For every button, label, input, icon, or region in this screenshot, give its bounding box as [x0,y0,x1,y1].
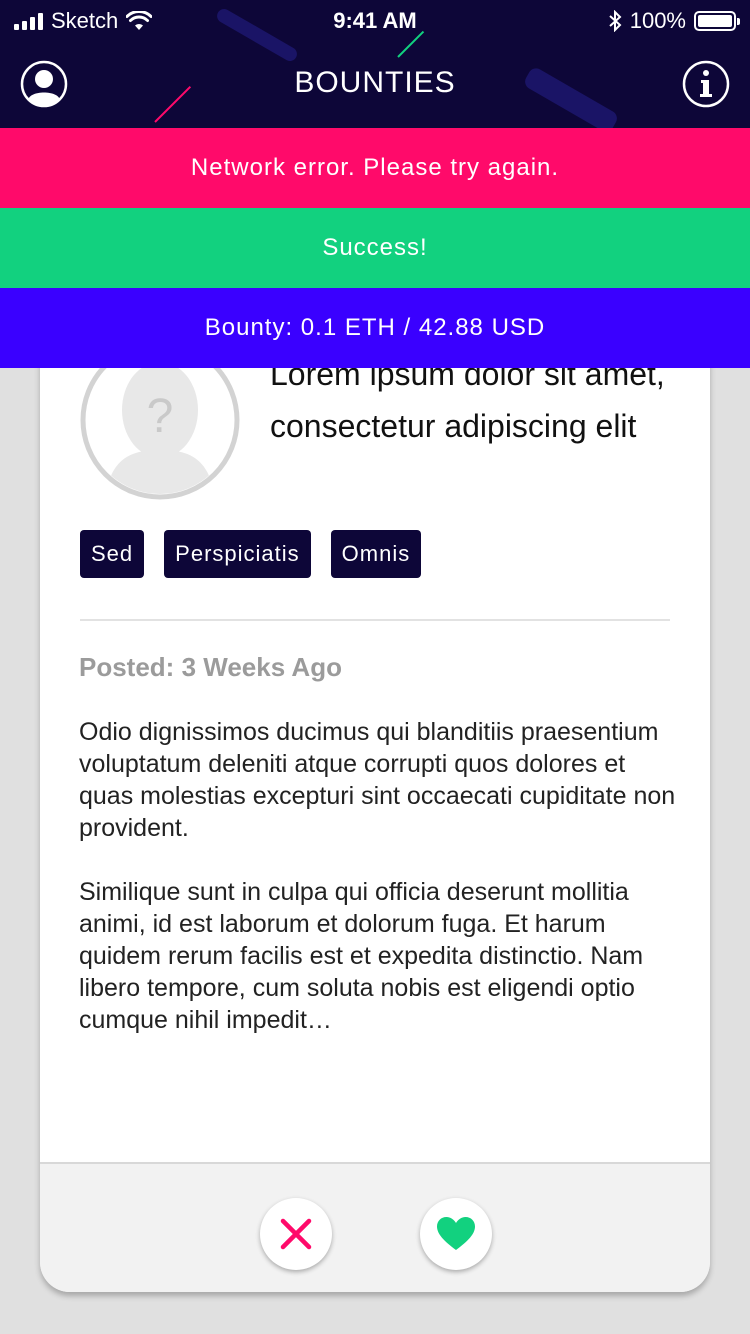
page-title: BOUNTIES [294,66,456,99]
success-message: Success! [322,234,428,261]
success-banner[interactable]: Success! [0,208,750,288]
status-bar: Sketch 9:41 AM 100% [0,0,750,40]
card-actions [40,1162,710,1292]
close-icon [280,1218,312,1250]
bounty-amount: Bounty: 0.1 ETH / 42.88 USD [204,314,546,341]
battery-percent: 100% [629,8,686,33]
posted-date: Posted: 3 Weeks Ago [79,652,342,682]
info-button[interactable] [682,60,730,108]
error-message: Network error. Please try again. [190,154,560,181]
tag[interactable]: Omnis [330,530,422,578]
app-header: Sketch 9:41 AM 100% BOUNTIES [0,0,750,128]
bounty-card: ? Lorem ipsum dolor sit amet, consectetu… [40,330,710,1292]
info-icon [682,60,730,108]
reject-button[interactable] [260,1198,332,1270]
divider [80,619,670,621]
like-button[interactable] [420,1198,492,1270]
battery-icon [694,11,740,31]
heart-icon [437,1217,475,1250]
bounty-description: Odio dignissimos ducimus qui blanditiis … [79,716,679,1036]
status-right: 100% [608,8,740,34]
tag-list: Sed Perspiciatis Omnis [80,530,422,578]
tag[interactable]: Sed [80,530,145,578]
bounty-banner: Bounty: 0.1 ETH / 42.88 USD [0,288,750,368]
svg-text:?: ? [147,390,174,443]
error-banner[interactable]: Network error. Please try again. [0,128,750,208]
description-paragraph: Odio dignissimos ducimus qui blanditiis … [79,718,676,842]
description-paragraph: Similique sunt in culpa qui officia dese… [79,878,644,1034]
tag[interactable]: Perspiciatis [164,530,311,578]
bluetooth-icon [609,10,622,32]
battery-level [698,15,732,27]
